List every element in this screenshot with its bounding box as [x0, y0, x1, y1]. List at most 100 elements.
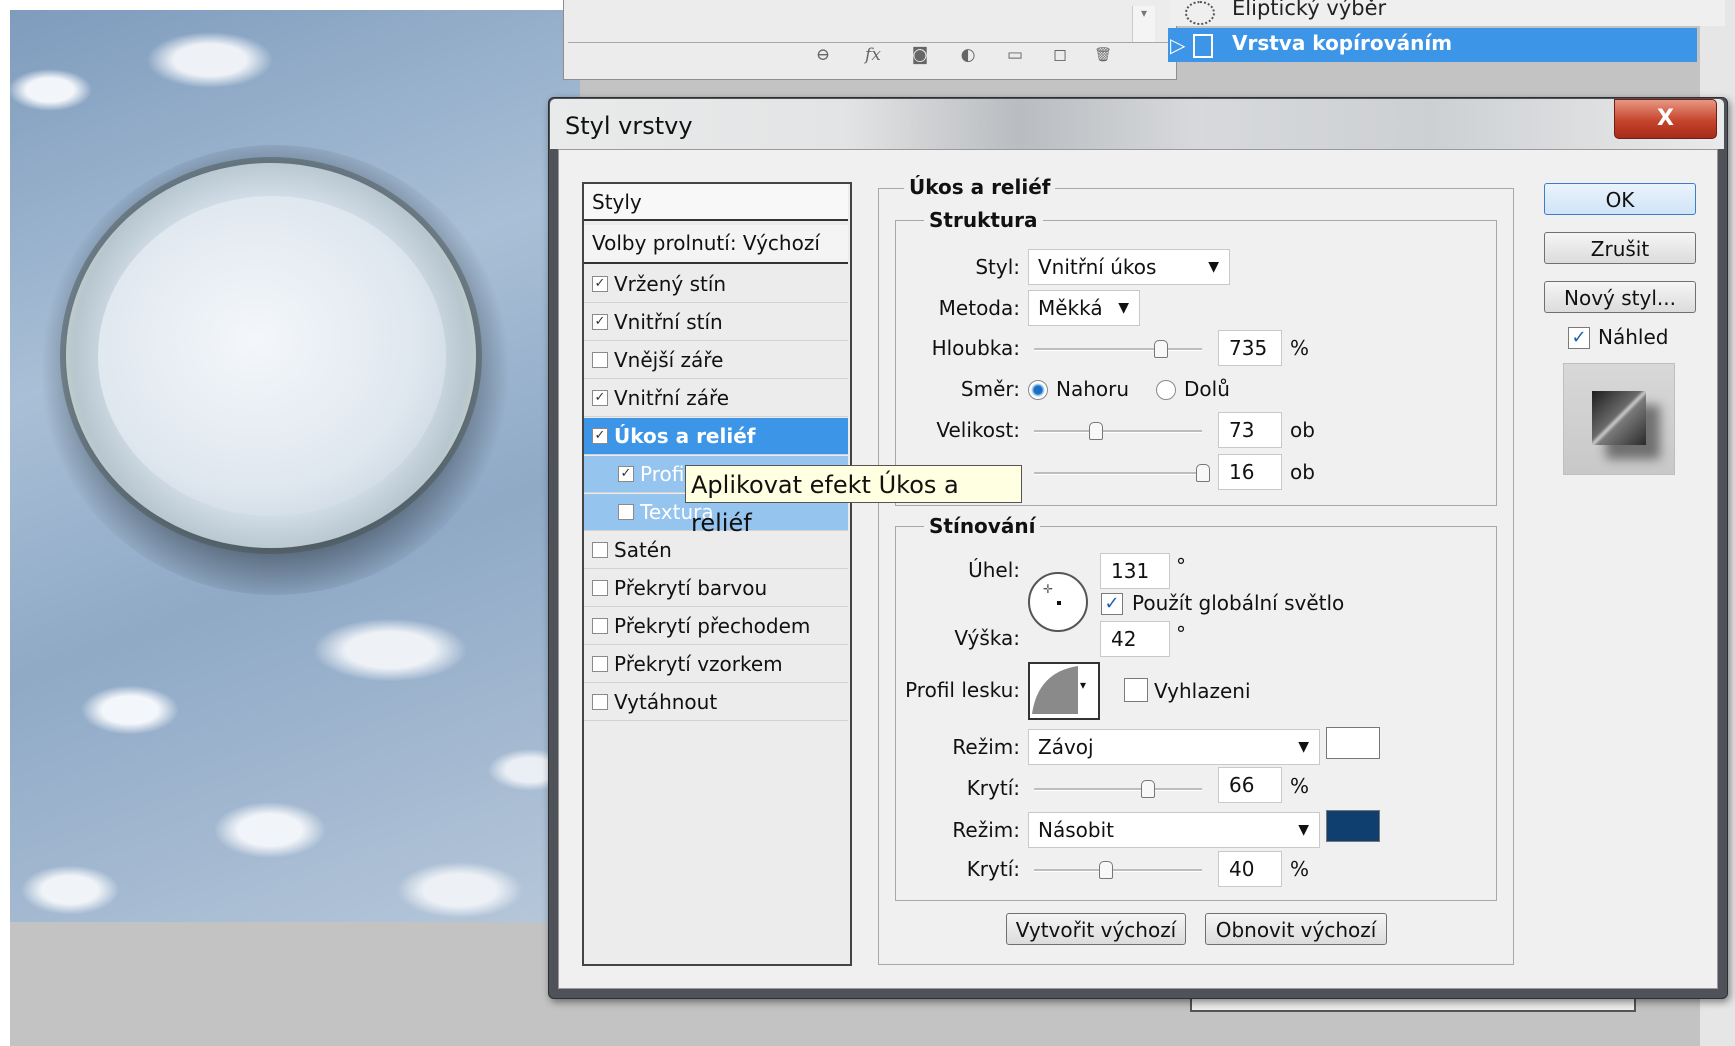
style-dropdown[interactable]: Vnitřní úkos ▼	[1028, 249, 1230, 285]
contour-curve-icon	[1032, 666, 1078, 714]
ok-button[interactable]: OK	[1544, 183, 1696, 215]
angle-input[interactable]: 131	[1100, 553, 1170, 589]
style-item-color-overlay[interactable]: Překrytí barvou	[584, 570, 848, 607]
style-item-drop-shadow[interactable]: ✓ Vržený stín	[584, 266, 848, 303]
highlight-opacity-input[interactable]: 66	[1218, 767, 1282, 803]
size-slider[interactable]	[1034, 430, 1202, 433]
highlight-mode-dropdown[interactable]: Závoj ▼	[1028, 729, 1320, 765]
checkbox[interactable]	[618, 504, 634, 520]
style-item-label: Překrytí přechodem	[614, 614, 811, 638]
shadow-opacity-slider[interactable]	[1034, 869, 1202, 872]
cancel-button[interactable]: Zrušit	[1544, 232, 1696, 264]
style-item-stroke[interactable]: Vytáhnout	[584, 684, 848, 721]
folder-icon[interactable]: ▭	[1002, 44, 1028, 66]
new-layer-icon[interactable]: ◻	[1047, 44, 1073, 66]
adjustment-icon[interactable]: ◐	[955, 44, 981, 66]
fx-icon[interactable]: fx	[860, 44, 886, 66]
global-light-checkbox[interactable]: ✓	[1101, 593, 1123, 615]
style-item-outer-glow[interactable]: Vnější záře	[584, 342, 848, 379]
style-item-label: Vnitřní stín	[614, 310, 723, 334]
antialias-checkbox[interactable]	[1124, 678, 1148, 702]
depth-input[interactable]: 735	[1218, 330, 1282, 366]
style-item-label: Profil	[640, 462, 690, 486]
layers-panel	[563, 0, 1177, 80]
shadow-opacity-input[interactable]: 40	[1218, 851, 1282, 887]
preview-label: Náhled	[1598, 325, 1669, 349]
style-label: Styl:	[975, 255, 1020, 279]
method-dropdown[interactable]: Měkká ▼	[1028, 290, 1140, 326]
direction-up-radio[interactable]	[1028, 380, 1048, 400]
highlight-opacity-slider[interactable]	[1034, 788, 1202, 791]
trash-icon[interactable]: 🗑	[1090, 44, 1116, 66]
blend-options-item[interactable]: Volby prolnutí: Výchozí	[584, 225, 848, 264]
link-icon[interactable]: ⊖	[810, 44, 836, 66]
altitude-input[interactable]: 42	[1100, 621, 1170, 657]
style-item-label: Překrytí barvou	[614, 576, 768, 600]
checkbox[interactable]	[592, 694, 608, 710]
lens-glass	[98, 196, 446, 516]
make-default-button[interactable]: Vytvořit výchozí	[1006, 913, 1186, 945]
structure-group-title: Struktura	[924, 208, 1043, 232]
style-item-label: Vržený stín	[614, 272, 727, 296]
dropdown-value: Závoj	[1038, 735, 1094, 759]
checkbox[interactable]	[592, 352, 608, 368]
dropdown-arrow-icon: ▾	[1080, 678, 1087, 692]
mask-icon[interactable]: ◙	[907, 44, 933, 66]
shadow-opacity-thumb[interactable]	[1098, 861, 1113, 879]
depth-slider[interactable]	[1034, 348, 1202, 351]
new-style-button[interactable]: Nový styl...	[1544, 281, 1696, 313]
size-label: Velikost:	[936, 418, 1020, 442]
depth-unit: %	[1290, 336, 1310, 360]
styles-header[interactable]: Styly	[584, 184, 848, 221]
shadow-color-swatch[interactable]	[1326, 810, 1380, 842]
shadow-opacity-label: Krytí:	[966, 857, 1020, 881]
checkbox[interactable]	[592, 656, 608, 672]
close-button[interactable]: X	[1614, 99, 1717, 139]
soften-slider[interactable]	[1034, 472, 1202, 475]
highlight-opacity-thumb[interactable]	[1140, 780, 1155, 798]
dropdown-arrow-icon: ▼	[1118, 300, 1129, 316]
style-item-inner-glow[interactable]: ✓ Vnitřní záře	[584, 380, 848, 417]
size-slider-thumb[interactable]	[1089, 422, 1104, 440]
gloss-contour-label: Profil lesku:	[905, 678, 1020, 702]
highlight-color-swatch[interactable]	[1326, 727, 1380, 759]
shadow-mode-dropdown[interactable]: Násobit ▼	[1028, 812, 1320, 848]
style-item-label: Satén	[614, 538, 672, 562]
direction-down-radio[interactable]	[1156, 380, 1176, 400]
expand-triangle-icon[interactable]: ▷	[1170, 33, 1185, 57]
checkbox[interactable]: ✓	[592, 428, 608, 444]
reset-default-button[interactable]: Obnovit výchozí	[1205, 913, 1387, 945]
style-item-inner-shadow[interactable]: ✓ Vnitřní stín	[584, 304, 848, 341]
depth-slider-thumb[interactable]	[1153, 340, 1168, 358]
checkbox[interactable]: ✓	[618, 466, 634, 482]
style-item-label: Úkos a reliéf	[614, 424, 756, 448]
tooltip: Aplikovat efekt Úkos a reliéf	[685, 465, 1022, 537]
style-item-label: Vytáhnout	[614, 690, 718, 714]
checkbox[interactable]	[592, 618, 608, 634]
direction-up-label: Nahoru	[1056, 377, 1130, 401]
altitude-label: Výška:	[954, 626, 1020, 650]
layer-name: Eliptický výběr	[1232, 0, 1387, 20]
checkbox[interactable]: ✓	[592, 390, 608, 406]
style-item-pattern-overlay[interactable]: Překrytí vzorkem	[584, 646, 848, 683]
size-input[interactable]: 73	[1218, 412, 1282, 448]
checkbox[interactable]	[592, 580, 608, 596]
size-unit: ob	[1290, 418, 1315, 442]
soften-slider-thumb[interactable]	[1196, 464, 1210, 482]
preview-swatch	[1592, 391, 1646, 445]
percent-unit: %	[1290, 774, 1310, 798]
soften-input[interactable]: 16	[1218, 454, 1282, 490]
checkbox[interactable]: ✓	[592, 314, 608, 330]
bevel-group-title: Úkos a reliéf	[904, 175, 1056, 199]
gloss-contour-picker[interactable]: ▾	[1028, 662, 1100, 720]
preview-checkbox[interactable]: ✓	[1568, 327, 1590, 349]
checkbox[interactable]	[592, 542, 608, 558]
layers-scrollbar[interactable]: ▾	[1132, 6, 1155, 42]
dropdown-value: Vnitřní úkos	[1038, 255, 1157, 279]
dialog-titlebar[interactable]	[550, 99, 1724, 149]
style-item-gradient-overlay[interactable]: Překrytí přechodem	[584, 608, 848, 645]
style-item-bevel-emboss[interactable]: ✓ Úkos a reliéf	[584, 418, 848, 455]
angle-dial[interactable]: ✛	[1028, 572, 1088, 632]
dropdown-arrow-icon: ▼	[1298, 739, 1309, 755]
checkbox[interactable]: ✓	[592, 276, 608, 292]
